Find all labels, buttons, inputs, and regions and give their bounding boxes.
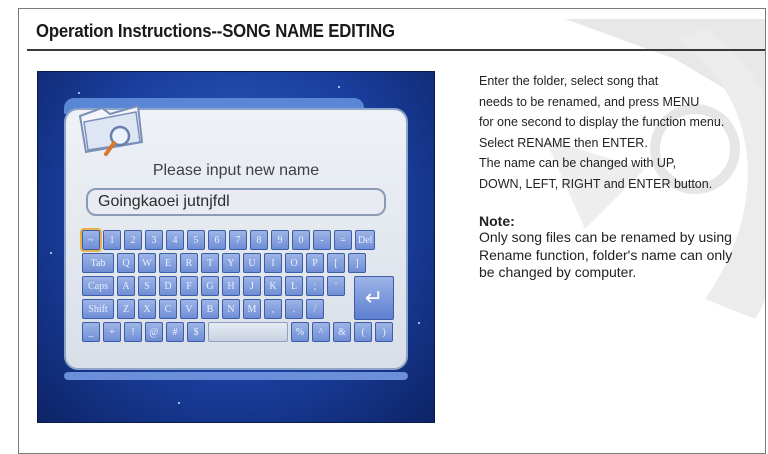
page-title: Operation Instructions--SONG NAME EDITIN… <box>36 21 395 41</box>
key[interactable]: Q <box>117 253 135 273</box>
onscreen-keyboard: ~ 1 2 3 4 5 6 7 8 9 0 - = Del Tab Q W E … <box>80 228 396 360</box>
key[interactable]: ' <box>327 276 345 296</box>
key[interactable]: I <box>264 253 282 273</box>
key[interactable]: 9 <box>271 230 289 250</box>
new-name-input[interactable]: Goingkaoei jutnjfdl <box>86 188 386 216</box>
key[interactable]: E <box>159 253 177 273</box>
instruction-line: needs to be renamed, and press MENU <box>479 94 700 109</box>
key[interactable]: Z <box>117 299 135 319</box>
key[interactable]: @ <box>145 322 163 342</box>
title-divider <box>27 49 765 51</box>
key[interactable]: A <box>117 276 135 296</box>
tv-screen-illustration: Please input new name Goingkaoei jutnjfd… <box>37 71 435 423</box>
instructions-column: Enter the folder, select song that needs… <box>479 71 765 282</box>
note-heading: Note: <box>479 213 515 229</box>
instruction-line: Select RENAME then ENTER. <box>479 135 648 150</box>
key[interactable]: U <box>243 253 261 273</box>
key[interactable]: = <box>334 230 352 250</box>
panel-footer-bar <box>64 372 408 380</box>
shift-key[interactable]: Shift <box>82 299 114 319</box>
instruction-line: The name can be changed with UP, <box>479 156 677 170</box>
key[interactable]: ^ <box>312 322 330 342</box>
key[interactable]: W <box>138 253 156 273</box>
key[interactable]: & <box>333 322 351 342</box>
key[interactable]: Y <box>222 253 240 273</box>
folder-magnifier-icon <box>78 104 144 156</box>
key[interactable]: D <box>159 276 177 296</box>
key[interactable]: P <box>306 253 324 273</box>
space-key[interactable] <box>208 322 288 342</box>
delete-key[interactable]: Del <box>355 230 376 250</box>
note-text: Only song files can be renamed by using … <box>479 229 733 280</box>
key[interactable]: , <box>264 299 282 319</box>
rename-dialog: Please input new name Goingkaoei jutnjfd… <box>64 104 408 370</box>
key[interactable]: / <box>306 299 324 319</box>
key[interactable]: 5 <box>187 230 205 250</box>
rename-prompt: Please input new name <box>152 162 320 179</box>
key[interactable]: . <box>285 299 303 319</box>
instruction-line: for one second to display the function m… <box>479 115 725 129</box>
key[interactable]: - <box>313 230 331 250</box>
key[interactable]: F <box>180 276 198 296</box>
key[interactable]: 2 <box>124 230 142 250</box>
key[interactable]: [ <box>327 253 345 273</box>
key[interactable]: 6 <box>208 230 226 250</box>
caps-key[interactable]: Caps <box>82 276 114 296</box>
key[interactable]: R <box>180 253 198 273</box>
key[interactable]: ! <box>124 322 142 342</box>
key[interactable]: J <box>243 276 261 296</box>
key[interactable]: M <box>243 299 261 319</box>
key[interactable]: 3 <box>145 230 163 250</box>
key[interactable]: S <box>138 276 156 296</box>
key[interactable]: H <box>222 276 240 296</box>
key[interactable]: K <box>264 276 282 296</box>
instruction-line: Enter the folder, select song that <box>479 74 659 88</box>
key[interactable]: X <box>138 299 156 319</box>
key[interactable]: B <box>201 299 219 319</box>
key[interactable]: 1 <box>103 230 121 250</box>
key[interactable]: + <box>103 322 121 342</box>
key[interactable]: 4 <box>166 230 184 250</box>
key[interactable]: G <box>201 276 219 296</box>
key[interactable]: N <box>222 299 240 319</box>
key[interactable]: ~ <box>80 228 102 252</box>
key[interactable]: O <box>285 253 303 273</box>
key[interactable]: C <box>159 299 177 319</box>
key[interactable]: ] <box>348 253 366 273</box>
key[interactable]: ; <box>306 276 324 296</box>
key[interactable]: T <box>201 253 219 273</box>
key[interactable]: _ <box>82 322 100 342</box>
key[interactable]: 8 <box>250 230 268 250</box>
key[interactable]: ( <box>354 322 372 342</box>
key[interactable]: L <box>285 276 303 296</box>
key[interactable]: # <box>166 322 184 342</box>
tab-key[interactable]: Tab <box>82 253 114 273</box>
key[interactable]: 0 <box>292 230 310 250</box>
instruction-line: DOWN, LEFT, RIGHT and ENTER button. <box>479 176 713 191</box>
page-frame: Operation Instructions--SONG NAME EDITIN… <box>18 8 766 454</box>
key[interactable]: ) <box>375 322 393 342</box>
enter-key[interactable]: ↵ <box>354 276 394 320</box>
key[interactable]: V <box>180 299 198 319</box>
new-name-value: Goingkaoei jutnjfdl <box>98 193 230 210</box>
key[interactable]: 7 <box>229 230 247 250</box>
key[interactable]: $ <box>187 322 205 342</box>
key[interactable]: % <box>291 322 309 342</box>
